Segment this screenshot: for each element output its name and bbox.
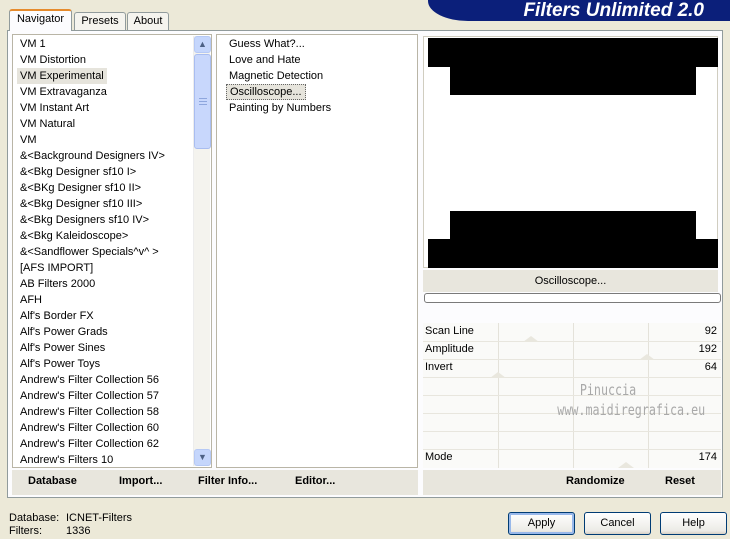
database-status-value: ICNET-Filters xyxy=(66,512,132,524)
category-item[interactable]: Andrew's Filter Collection 56 xyxy=(17,372,162,388)
slider-track[interactable] xyxy=(423,449,721,468)
slider-label: Amplitude xyxy=(425,343,474,355)
preview-filter-name: Oscilloscope... xyxy=(423,270,718,292)
category-item[interactable]: VM Extravaganza xyxy=(17,84,110,100)
category-item[interactable]: Alf's Power Sines xyxy=(17,340,108,356)
slider-row: Invert 64 xyxy=(423,359,721,378)
filter-item[interactable]: Oscilloscope... xyxy=(226,84,306,100)
category-item[interactable]: &<Bkg Designer sf10 III> xyxy=(17,196,145,212)
scroll-up-icon[interactable]: ▲ xyxy=(194,36,211,53)
left-button-bar: Database Import... Filter Info... Editor… xyxy=(12,470,418,495)
progress-bar xyxy=(424,293,721,303)
randomize-button[interactable]: Randomize xyxy=(566,475,625,487)
filter-info-button[interactable]: Filter Info... xyxy=(198,475,257,487)
filters-count-label: Filters: xyxy=(9,525,42,537)
category-list[interactable]: VM 1 VM Distortion VM Experimental VM Extra… xyxy=(12,34,212,468)
category-item[interactable]: AB Filters 2000 xyxy=(17,276,98,292)
slider-label: Scan Line xyxy=(425,325,474,337)
title-banner: Filters Unlimited 2.0 xyxy=(428,0,730,21)
app-title: Filters Unlimited 2.0 xyxy=(523,0,704,21)
category-item[interactable]: AFH xyxy=(17,292,45,308)
category-item[interactable]: Andrew's Filter Collection 62 xyxy=(17,436,162,452)
category-item[interactable]: &<Bkg Kaleidoscope> xyxy=(17,228,131,244)
help-button[interactable]: Help xyxy=(660,512,727,535)
category-item[interactable]: VM Distortion xyxy=(17,52,89,68)
tab-about[interactable]: About xyxy=(127,12,169,30)
category-item[interactable]: VM Experimental xyxy=(17,68,107,84)
category-item[interactable]: &<Bkg Designer sf10 I> xyxy=(17,164,139,180)
editor-button[interactable]: Editor... xyxy=(295,475,335,487)
slider-label: Mode xyxy=(425,451,453,463)
import-button[interactable]: Import... xyxy=(119,475,162,487)
preview-image xyxy=(423,36,718,268)
slider-track[interactable] xyxy=(423,359,721,378)
tab-navigator[interactable]: Navigator xyxy=(9,9,72,31)
database-button[interactable]: Database xyxy=(28,475,77,487)
slider-label: Invert xyxy=(425,361,453,373)
category-item[interactable]: VM 1 xyxy=(17,36,49,52)
slider-value: 174 xyxy=(698,451,717,463)
category-item[interactable]: VM Instant Art xyxy=(17,100,92,116)
category-item[interactable]: VM Natural xyxy=(17,116,78,132)
right-button-bar: Randomize Reset xyxy=(423,470,721,495)
category-item[interactable]: &<BKg Designer sf10 II> xyxy=(17,180,144,196)
scroll-thumb[interactable] xyxy=(194,54,211,149)
filter-item[interactable]: Love and Hate xyxy=(226,52,304,68)
slider-thumb[interactable] xyxy=(489,372,506,378)
category-item[interactable]: Andrew's Filter Collection 60 xyxy=(17,420,162,436)
filters-count-value: 1336 xyxy=(66,525,91,537)
slider-row: Amplitude 192 xyxy=(423,341,721,360)
category-scrollbar[interactable]: ▲ ▼ xyxy=(193,36,211,466)
filter-item[interactable]: Magnetic Detection xyxy=(226,68,326,84)
tab-presets[interactable]: Presets xyxy=(74,12,126,30)
watermark-name: Pinuccia xyxy=(579,381,637,399)
filter-item[interactable]: Guess What?... xyxy=(226,36,308,52)
filter-list[interactable]: Guess What?... Love and Hate Magnetic Dete… xyxy=(216,34,418,468)
slider-row: Mode 174 xyxy=(423,449,721,468)
category-item[interactable]: &<Sandflower Specials^v^ > xyxy=(17,244,162,260)
category-item[interactable]: Andrew's Filters 10 xyxy=(17,452,116,467)
filter-item[interactable]: Painting by Numbers xyxy=(226,100,334,116)
database-status-label: Database: xyxy=(9,512,60,524)
category-item[interactable]: Andrew's Filter Collection 57 xyxy=(17,388,162,404)
category-item[interactable]: &<Bkg Designers sf10 IV> xyxy=(17,212,152,228)
watermark-url: www.maidiregrafica.eu xyxy=(557,401,706,419)
category-item[interactable]: Alf's Power Toys xyxy=(17,356,103,372)
reset-button[interactable]: Reset xyxy=(665,475,695,487)
category-item[interactable]: &<Background Designers IV> xyxy=(17,148,168,164)
slider-thumb[interactable] xyxy=(618,462,635,468)
category-item[interactable]: Alf's Power Grads xyxy=(17,324,111,340)
watermark: Pinuccia www.maidiregrafica.eu xyxy=(557,380,706,420)
slider-value: 64 xyxy=(704,361,717,373)
scroll-down-icon[interactable]: ▼ xyxy=(194,449,211,466)
apply-button[interactable]: Apply xyxy=(508,512,575,535)
slider-row: Scan Line 92 xyxy=(423,323,721,342)
cancel-button[interactable]: Cancel xyxy=(584,512,651,535)
category-item[interactable]: VM xyxy=(17,132,40,148)
category-item[interactable]: Alf's Border FX xyxy=(17,308,97,324)
category-item[interactable]: Andrew's Filter Collection 58 xyxy=(17,404,162,420)
category-item[interactable]: [AFS IMPORT] xyxy=(17,260,96,276)
slider-value: 92 xyxy=(704,325,717,337)
slider-value: 192 xyxy=(698,343,717,355)
